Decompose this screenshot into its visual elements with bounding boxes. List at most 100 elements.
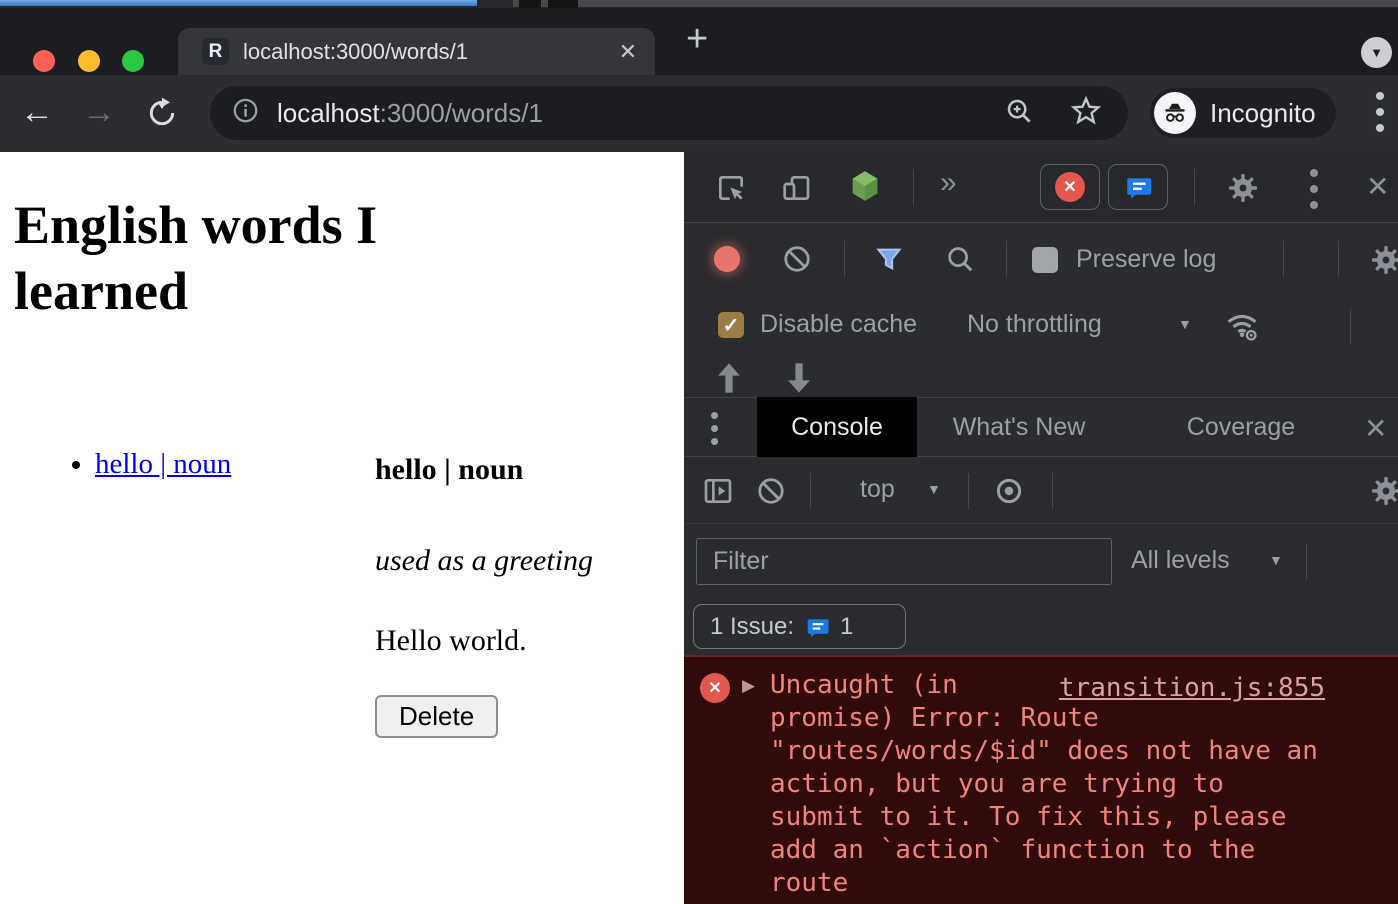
incognito-icon bbox=[1154, 92, 1196, 134]
live-expression-eye-icon[interactable] bbox=[994, 476, 1024, 511]
incognito-badge[interactable]: Incognito bbox=[1150, 88, 1336, 138]
word-title: hello | noun bbox=[375, 452, 593, 488]
tab-coverage[interactable]: Coverage bbox=[1146, 397, 1336, 457]
console-filter-row: All levels ▼ bbox=[684, 525, 1398, 598]
network-settings-icon[interactable] bbox=[1370, 244, 1398, 281]
console-settings-icon[interactable] bbox=[1370, 475, 1398, 512]
console-issues-row: 1 Issue: 1 bbox=[684, 598, 1398, 655]
devtools-settings-icon[interactable] bbox=[1227, 172, 1259, 209]
macos-zoom-button[interactable] bbox=[122, 50, 144, 72]
background-window-blue-edge bbox=[0, 0, 477, 6]
context-dropdown-icon[interactable]: ▼ bbox=[927, 481, 941, 497]
network-conditions-row: ✓ Disable cache No throttling ▼ bbox=[684, 295, 1398, 359]
error-source-link[interactable]: transition.js:855 bbox=[1059, 673, 1325, 703]
forward-icon[interactable]: → bbox=[82, 93, 116, 131]
clear-network-icon[interactable] bbox=[782, 244, 812, 279]
tab-close-icon[interactable]: ✕ bbox=[619, 39, 637, 65]
devtools-panel: » ✕ ••• ✕ bbox=[684, 152, 1398, 904]
har-import-export-row bbox=[684, 359, 1398, 397]
bookmark-star-icon[interactable] bbox=[1070, 95, 1102, 132]
throttling-select[interactable]: No throttling bbox=[967, 310, 1102, 339]
background-window-notch bbox=[519, 0, 541, 8]
word-list: hello | noun bbox=[40, 448, 231, 481]
tab-whats-new[interactable]: What's New bbox=[923, 397, 1115, 457]
log-levels-select[interactable]: All levels bbox=[1131, 546, 1230, 575]
issues-badge[interactable] bbox=[1108, 164, 1168, 210]
more-panels-icon[interactable]: » bbox=[940, 166, 957, 200]
context-select[interactable]: top bbox=[860, 475, 895, 504]
word-example: Hello world. bbox=[375, 623, 593, 659]
word-link[interactable]: hello | noun bbox=[95, 448, 231, 480]
clear-console-icon[interactable] bbox=[756, 476, 786, 511]
url-host: localhost bbox=[277, 98, 380, 128]
disable-cache-checkbox[interactable]: ✓ bbox=[718, 312, 744, 338]
error-line: submit to it. To fix this, please bbox=[770, 801, 1330, 834]
url-path: :3000/words/1 bbox=[380, 98, 543, 128]
page-title: English words I learned bbox=[14, 192, 554, 324]
disable-cache-label[interactable]: Disable cache bbox=[760, 310, 917, 339]
console-errors-badge[interactable]: ✕ bbox=[1040, 164, 1100, 210]
reload-icon[interactable] bbox=[146, 97, 178, 137]
preserve-log-checkbox[interactable] bbox=[1032, 247, 1058, 273]
list-item: hello | noun bbox=[95, 448, 231, 481]
drawer-tab-bar: ••• Console What's New Coverage ✕ bbox=[684, 397, 1398, 457]
tab-search-icon[interactable]: ▼ bbox=[1361, 37, 1392, 68]
background-window-strip bbox=[0, 0, 1398, 8]
web-page-content: English words I learned hello | noun hel… bbox=[0, 152, 684, 904]
new-tab-icon[interactable]: + bbox=[686, 18, 708, 61]
separator bbox=[1338, 241, 1339, 277]
macos-minimize-button[interactable] bbox=[78, 50, 100, 72]
search-network-icon[interactable] bbox=[945, 244, 975, 279]
separator bbox=[844, 241, 845, 277]
incognito-label: Incognito bbox=[1210, 98, 1316, 129]
issues-counter-button[interactable]: 1 Issue: 1 bbox=[693, 604, 906, 649]
devtools-main-toolbar: » ✕ ••• ✕ bbox=[684, 152, 1398, 223]
error-icon: ✕ bbox=[700, 673, 730, 703]
browser-menu-icon[interactable]: ••• bbox=[1372, 89, 1388, 137]
console-filter-input[interactable] bbox=[696, 538, 1112, 585]
separator bbox=[913, 169, 914, 205]
separator bbox=[968, 473, 969, 509]
throttling-dropdown-icon[interactable]: ▼ bbox=[1178, 316, 1192, 332]
import-har-icon[interactable] bbox=[714, 361, 744, 400]
browser-window: R localhost:3000/words/1 ✕ + ▼ ← → local… bbox=[0, 0, 1398, 904]
separator bbox=[1283, 241, 1284, 277]
device-toolbar-icon[interactable] bbox=[780, 172, 812, 209]
preserve-log-label: Preserve log bbox=[1076, 245, 1216, 274]
error-line: "routes/words/$id" does not have an bbox=[770, 735, 1330, 768]
expand-triangle-icon[interactable]: ▶ bbox=[742, 676, 755, 696]
record-network-icon[interactable] bbox=[714, 246, 740, 272]
console-sidebar-icon[interactable] bbox=[702, 475, 734, 512]
network-conditions-icon[interactable] bbox=[1225, 309, 1259, 348]
error-line: add an `action` function to the bbox=[770, 834, 1330, 867]
site-info-icon[interactable] bbox=[232, 97, 259, 129]
console-error-message: ✕ ▶ Uncaught (in promise) Error: Route "… bbox=[684, 655, 1398, 904]
macos-close-button[interactable] bbox=[33, 50, 55, 72]
delete-button[interactable]: Delete bbox=[375, 695, 498, 738]
console-toolbar: top ▼ bbox=[684, 458, 1398, 524]
error-text: Uncaught (in promise) Error: Route "rout… bbox=[770, 669, 1330, 900]
devtools-close-icon[interactable]: ✕ bbox=[1366, 170, 1389, 203]
drawer-close-icon[interactable]: ✕ bbox=[1364, 412, 1387, 445]
browser-tab[interactable]: R localhost:3000/words/1 ✕ bbox=[178, 28, 655, 75]
devtools-menu-icon[interactable]: ••• bbox=[1306, 166, 1322, 214]
separator bbox=[1350, 309, 1351, 345]
drawer-menu-icon[interactable]: ••• bbox=[710, 409, 719, 448]
export-har-icon[interactable] bbox=[784, 361, 814, 400]
levels-dropdown-icon[interactable]: ▼ bbox=[1269, 552, 1283, 568]
separator bbox=[1006, 241, 1007, 277]
inspect-element-icon[interactable] bbox=[715, 172, 747, 209]
separator bbox=[1306, 544, 1307, 580]
remix-favicon: R bbox=[202, 38, 229, 65]
issues-label: 1 Issue: bbox=[710, 613, 794, 641]
zoom-page-icon[interactable] bbox=[1004, 96, 1034, 131]
browser-toolbar: ← → localhost:3000/words/1 Incognito ••• bbox=[0, 75, 1398, 152]
address-bar[interactable]: localhost:3000/words/1 bbox=[210, 86, 1128, 140]
back-icon[interactable]: ← bbox=[20, 93, 54, 131]
tab-console[interactable]: Console bbox=[757, 397, 917, 457]
error-count-icon: ✕ bbox=[1055, 172, 1085, 202]
node-icon[interactable] bbox=[850, 170, 880, 207]
word-detail: hello | noun used as a greeting Hello wo… bbox=[375, 452, 593, 738]
filter-funnel-icon[interactable] bbox=[874, 244, 904, 279]
network-toolbar: Preserve log bbox=[684, 224, 1398, 295]
